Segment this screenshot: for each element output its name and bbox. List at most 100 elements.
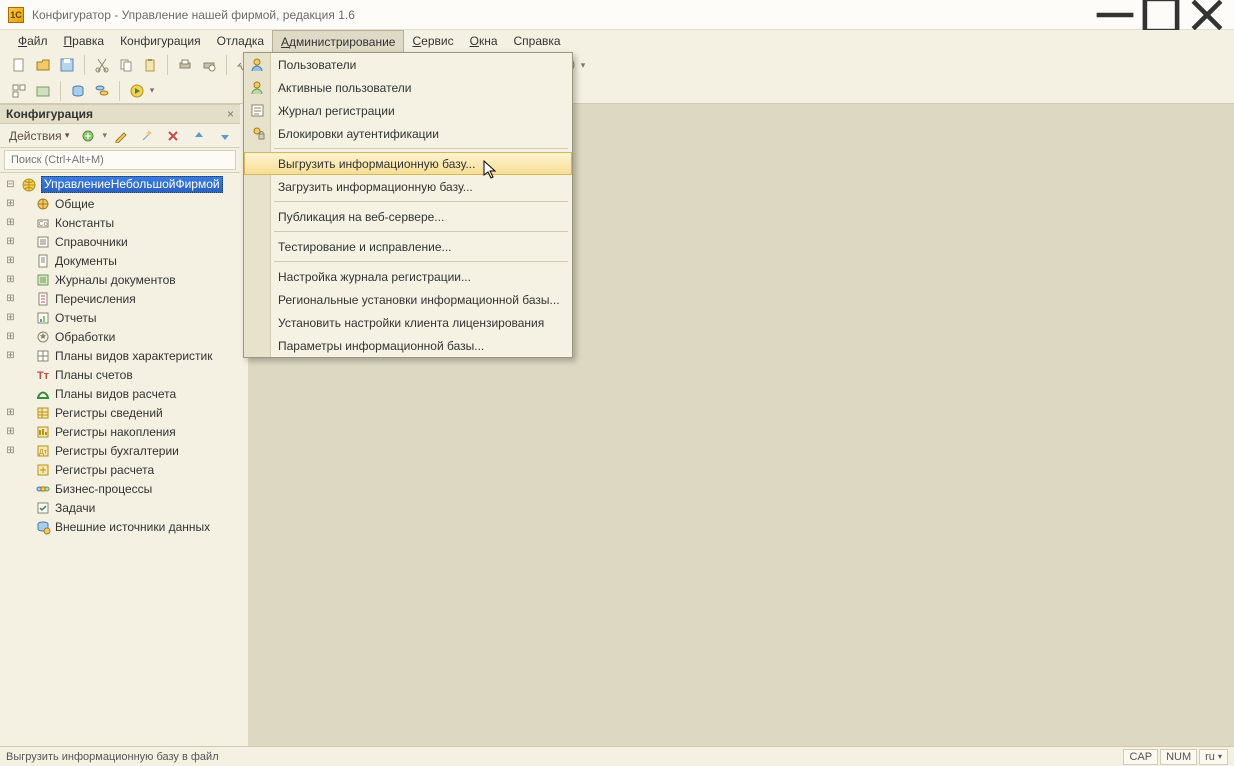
menu-item[interactable]: Блокировки аутентификации	[244, 122, 572, 145]
paste-button[interactable]	[139, 54, 161, 76]
tree-node[interactable]: Регистры расчета	[4, 460, 240, 479]
tree-node[interactable]: ⊞Журналы документов	[4, 270, 240, 289]
expand-icon[interactable]: ⊞	[4, 426, 17, 437]
expand-icon[interactable]: ⊞	[4, 445, 17, 456]
expand-icon[interactable]: ⊞	[4, 331, 17, 342]
config-panel-title-label: Конфигурация	[6, 107, 93, 121]
regacc-icon	[35, 424, 51, 440]
menu-конфигурация[interactable]: Конфигурация	[112, 30, 209, 52]
dropdown-separator	[274, 231, 568, 232]
print-button[interactable]	[174, 54, 196, 76]
statusbar: Выгрузить информационную базу в файл CAP…	[0, 746, 1234, 766]
tree-node[interactable]: ⊞ДтРегистры бухгалтерии	[4, 441, 240, 460]
expand-icon[interactable]: ⊞	[4, 293, 17, 304]
update-db-button[interactable]	[67, 80, 89, 102]
menu-item[interactable]: Параметры информационной базы...	[244, 334, 572, 357]
tree-node-label: Регистры бухгалтерии	[55, 444, 179, 458]
menu-item[interactable]: Региональные установки информационной ба…	[244, 288, 572, 311]
move-down-button[interactable]	[213, 126, 237, 146]
menu-item-label: Пользователи	[278, 58, 356, 72]
regcalc-icon	[35, 462, 51, 478]
config-tree[interactable]: ⊟УправлениеНебольшойФирмой⊞Общие⊞CoКонст…	[0, 173, 240, 746]
journal-icon	[35, 272, 51, 288]
menu-item[interactable]: Настройка журнала регистрации...	[244, 265, 572, 288]
print-preview-button[interactable]	[198, 54, 220, 76]
config-panel-close-icon[interactable]: ×	[227, 107, 234, 121]
menu-администрирование[interactable]: Администрирование	[272, 30, 404, 52]
lock-icon	[249, 125, 266, 142]
tree-node[interactable]: ⊞Общие	[4, 194, 240, 213]
tree-node[interactable]: Планы видов расчета	[4, 384, 240, 403]
tree-node[interactable]: Внешние источники данных	[4, 517, 240, 536]
expand-icon[interactable]: ⊞	[4, 198, 17, 209]
add-button[interactable]	[76, 126, 100, 146]
menu-item[interactable]: Установить настройки клиента лицензирова…	[244, 311, 572, 334]
tree-node[interactable]: ⊞ Справочники	[4, 232, 240, 251]
menu-item[interactable]: Активные пользователи	[244, 76, 572, 99]
statusbar-lang[interactable]: ru ▾	[1199, 749, 1228, 765]
menu-справка[interactable]: Справка	[506, 30, 569, 52]
open-config-button[interactable]	[32, 80, 54, 102]
new-doc-button[interactable]	[8, 54, 30, 76]
extsrc-icon	[35, 519, 51, 535]
tree-node[interactable]: ⊞Отчеты	[4, 308, 240, 327]
cut-button[interactable]	[91, 54, 113, 76]
expand-icon[interactable]: ⊞	[4, 217, 17, 228]
statusbar-cap: CAP	[1123, 749, 1158, 765]
config-search-input[interactable]	[4, 150, 236, 170]
menu-item-label: Параметры информационной базы...	[278, 339, 484, 353]
toolbar-main: ▾ ▾ i ▾	[0, 52, 1234, 78]
menu-item[interactable]: Журнал регистрации	[244, 99, 572, 122]
tree-node[interactable]: ТтПланы счетов	[4, 365, 240, 384]
delete-button[interactable]	[161, 126, 185, 146]
menu-файл[interactable]: Файл	[10, 30, 56, 52]
save-button[interactable]	[56, 54, 78, 76]
statusbar-hint: Выгрузить информационную базу в файл	[6, 751, 219, 763]
tree-node[interactable]: ⊞CoКонстанты	[4, 213, 240, 232]
window-title: Конфигуратор - Управление нашей фирмой, …	[32, 8, 355, 22]
expand-icon[interactable]: ⊞	[4, 274, 17, 285]
tree-node[interactable]: ⊞Перечисления	[4, 289, 240, 308]
titlebar: 1C Конфигуратор - Управление нашей фирмо…	[0, 0, 1234, 30]
tree-button[interactable]	[8, 80, 30, 102]
compare-button[interactable]	[91, 80, 113, 102]
tree-node[interactable]: ⊞Регистры накопления	[4, 422, 240, 441]
tree-node[interactable]: Задачи	[4, 498, 240, 517]
tree-node[interactable]: Бизнес-процессы	[4, 479, 240, 498]
help-dd[interactable]: ▾	[578, 60, 588, 71]
expand-icon[interactable]: ⊞	[4, 236, 17, 247]
tree-node-label: Справочники	[55, 235, 128, 249]
wand-button[interactable]	[135, 126, 159, 146]
tree-node[interactable]: ⊞Регистры сведений	[4, 403, 240, 422]
expand-icon[interactable]: ⊞	[4, 350, 17, 361]
menu-item[interactable]: Публикация на веб-сервере...	[244, 205, 572, 228]
enum-icon	[35, 291, 51, 307]
expand-icon[interactable]: ⊟	[4, 179, 17, 190]
tree-node[interactable]: ⊞Документы	[4, 251, 240, 270]
menu-item[interactable]: Загрузить информационную базу...	[244, 175, 572, 198]
tree-node[interactable]: ⊞Планы видов характеристик	[4, 346, 240, 365]
menu-item[interactable]: Тестирование и исправление...	[244, 235, 572, 258]
expand-icon[interactable]: ⊞	[4, 255, 17, 266]
maximize-button[interactable]	[1138, 0, 1184, 30]
menu-сервис[interactable]: Сервис	[404, 30, 461, 52]
move-up-button[interactable]	[187, 126, 211, 146]
menu-правка[interactable]: Правка	[56, 30, 113, 52]
expand-icon[interactable]: ⊞	[4, 407, 17, 418]
edit-button[interactable]	[109, 126, 133, 146]
open-button[interactable]	[32, 54, 54, 76]
copy-button[interactable]	[115, 54, 137, 76]
minimize-button[interactable]	[1092, 0, 1138, 30]
tree-node[interactable]: ⊞Обработки	[4, 327, 240, 346]
actions-menu-button[interactable]: Действия ▾	[4, 126, 74, 146]
tree-root[interactable]: ⊟УправлениеНебольшойФирмой	[4, 175, 240, 194]
close-button[interactable]	[1184, 0, 1230, 30]
menu-item[interactable]: Выгрузить информационную базу...	[244, 152, 572, 175]
menu-окна[interactable]: Окна	[462, 30, 506, 52]
menu-отладка[interactable]: Отладка	[209, 30, 272, 52]
expand-icon[interactable]: ⊞	[4, 312, 17, 323]
run-1c-button[interactable]	[126, 80, 148, 102]
run-1c-dd[interactable]: ▾	[147, 85, 157, 96]
statusbar-num: NUM	[1160, 749, 1197, 765]
menu-item[interactable]: Пользователи	[244, 53, 572, 76]
